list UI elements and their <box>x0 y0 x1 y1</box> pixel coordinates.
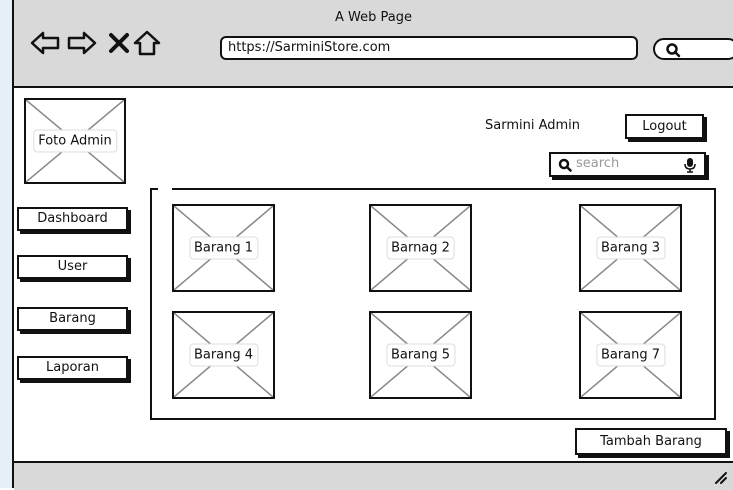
close-icon[interactable] <box>104 28 134 58</box>
microphone-icon[interactable] <box>684 157 696 177</box>
address-bar[interactable]: https://SarminiStore.com <box>220 36 638 60</box>
home-icon[interactable] <box>132 28 162 58</box>
product-card[interactable]: Barang 4 <box>172 311 275 399</box>
product-label: Barang 7 <box>595 343 666 367</box>
browser-toolbar: A Web Page https://SarminiStore.com <box>14 0 733 88</box>
browser-window: A Web Page https://SarminiStore.com Foto… <box>12 0 733 490</box>
sidebar-item-dashboard[interactable]: Dashboard <box>17 207 128 231</box>
user-name: Sarmini Admin <box>485 118 581 133</box>
product-label: Barang 4 <box>188 343 259 367</box>
resize-grip-icon[interactable] <box>713 469 727 488</box>
product-label: Barnag 2 <box>386 236 455 260</box>
sidebar-item-barang[interactable]: Barang <box>17 307 128 331</box>
url-text: https://SarminiStore.com <box>228 40 391 55</box>
add-product-button[interactable]: Tambah Barang <box>575 428 727 455</box>
search-icon <box>558 157 572 176</box>
search-placeholder: search <box>576 156 620 171</box>
status-bar <box>14 461 733 490</box>
product-card[interactable]: Barang 3 <box>579 204 682 292</box>
product-card[interactable]: Barang 7 <box>579 311 682 399</box>
browser-search-button[interactable] <box>653 38 733 60</box>
forward-arrow-icon[interactable] <box>67 28 97 58</box>
back-arrow-icon[interactable] <box>30 28 60 58</box>
product-card[interactable]: Barnag 2 <box>369 204 472 292</box>
left-edge-stripe <box>0 0 12 488</box>
sidebar-item-user[interactable]: User <box>17 255 128 279</box>
window-title: A Web Page <box>335 10 412 25</box>
product-label: Barang 1 <box>188 236 259 260</box>
search-input[interactable]: search <box>549 152 706 177</box>
product-card[interactable]: Barang 5 <box>369 311 472 399</box>
product-label: Barang 3 <box>595 236 666 260</box>
product-card[interactable]: Barang 1 <box>172 204 275 292</box>
product-grid-panel: Barang 1 Barnag 2 Barang 3 Barang 4 Bara… <box>150 188 716 420</box>
logout-button[interactable]: Logout <box>625 114 704 139</box>
search-icon <box>665 42 681 62</box>
sidebar-item-laporan[interactable]: Laporan <box>17 356 128 380</box>
product-label: Barang 5 <box>385 343 456 367</box>
admin-photo-label: Foto Admin <box>33 129 117 153</box>
admin-photo: Foto Admin <box>24 98 126 184</box>
